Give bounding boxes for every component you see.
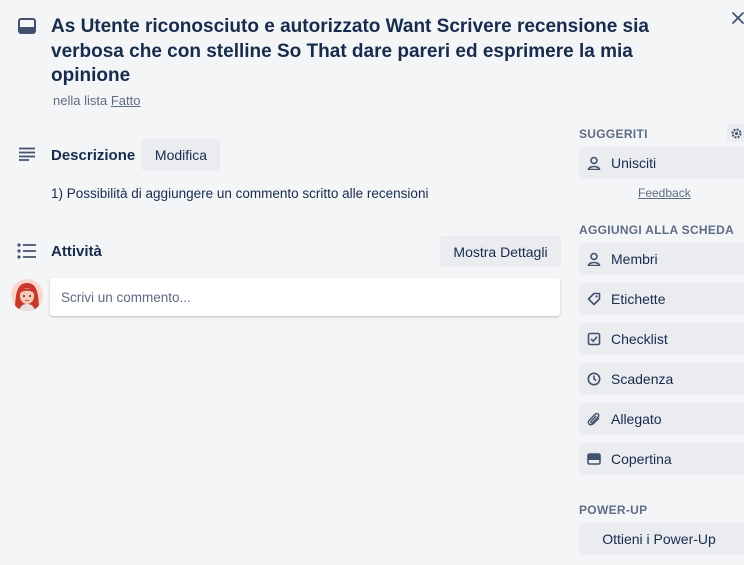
description-heading: Descrizione	[51, 147, 136, 164]
card-cover-icon	[587, 453, 601, 465]
tag-icon	[587, 292, 601, 306]
avatar[interactable]	[11, 279, 43, 311]
list-link[interactable]: Fatto	[111, 93, 141, 108]
labels-label: Etichette	[611, 291, 666, 307]
description-icon	[19, 147, 35, 161]
activity-heading: Attività	[51, 243, 102, 260]
person-icon	[587, 156, 601, 170]
labels-button[interactable]: Etichette	[579, 283, 744, 315]
card-icon	[18, 18, 36, 34]
get-power-ups-button[interactable]: Ottieni i Power-Up	[579, 523, 744, 555]
members-label: Membri	[611, 251, 658, 267]
checkbox-icon	[587, 332, 601, 346]
feedback-link[interactable]: Feedback	[638, 186, 691, 200]
due-date-label: Scadenza	[611, 371, 674, 387]
clock-icon	[587, 372, 601, 386]
suggested-heading: SUGGERITI	[579, 127, 648, 141]
due-date-button[interactable]: Scadenza	[579, 363, 744, 395]
card-title[interactable]: As Utente riconosciuto e autorizzato Wan…	[51, 15, 691, 89]
person-icon	[587, 252, 601, 266]
attachment-label: Allegato	[611, 411, 662, 427]
show-details-button[interactable]: Mostra Dettagli	[440, 236, 561, 267]
members-button[interactable]: Membri	[579, 243, 744, 275]
settings-button[interactable]	[727, 124, 744, 142]
add-to-card-heading: AGGIUNGI ALLA SCHEDA	[579, 223, 735, 237]
attachment-button[interactable]: Allegato	[579, 403, 744, 435]
list-prefix: nella lista	[53, 93, 108, 108]
activity-icon	[17, 243, 36, 259]
cover-label: Copertina	[611, 451, 672, 467]
gear-icon	[730, 127, 742, 139]
comment-input[interactable]	[50, 278, 560, 316]
join-label: Unisciti	[611, 155, 657, 171]
checklist-label: Checklist	[611, 331, 668, 347]
close-icon[interactable]	[731, 11, 744, 25]
join-button[interactable]: Unisciti	[579, 147, 744, 179]
power-up-heading: POWER-UP	[579, 503, 648, 517]
list-breadcrumb: nella lista Fatto	[53, 93, 140, 108]
paperclip-icon	[587, 412, 600, 426]
cover-button[interactable]: Copertina	[579, 443, 744, 475]
edit-description-button[interactable]: Modifica	[142, 139, 220, 171]
checklist-button[interactable]: Checklist	[579, 323, 744, 355]
description-text[interactable]: 1) Possibilità di aggiungere un commento…	[51, 186, 428, 201]
